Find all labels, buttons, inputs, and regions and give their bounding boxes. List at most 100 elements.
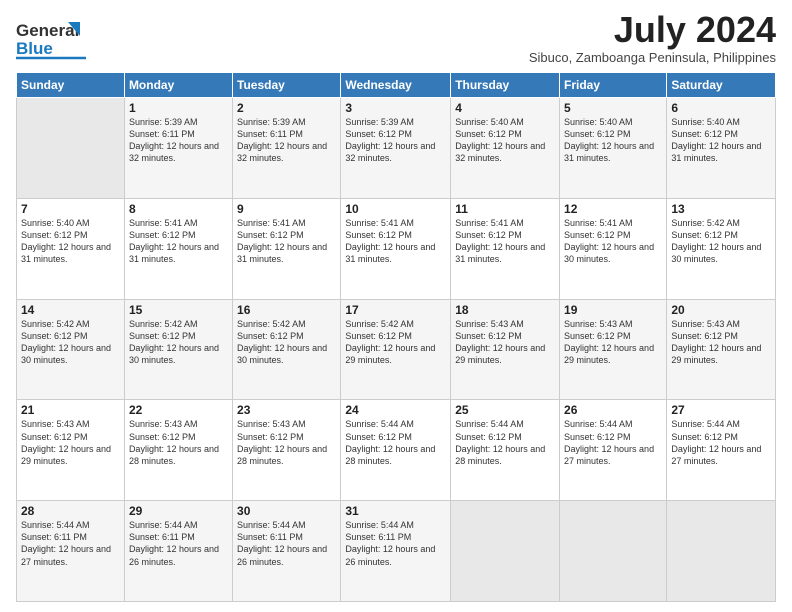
- header: General Blue July 2024 Sibuco, Zamboanga…: [16, 10, 776, 66]
- calendar-cell: 20Sunrise: 5:43 AMSunset: 6:12 PMDayligh…: [667, 299, 776, 400]
- day-info: Sunrise: 5:39 AMSunset: 6:11 PMDaylight:…: [129, 116, 228, 165]
- calendar-cell: 5Sunrise: 5:40 AMSunset: 6:12 PMDaylight…: [560, 98, 667, 199]
- day-info: Sunrise: 5:40 AMSunset: 6:12 PMDaylight:…: [671, 116, 771, 165]
- day-number: 3: [345, 101, 446, 115]
- day-info: Sunrise: 5:39 AMSunset: 6:12 PMDaylight:…: [345, 116, 446, 165]
- calendar-cell: 14Sunrise: 5:42 AMSunset: 6:12 PMDayligh…: [17, 299, 125, 400]
- day-info: Sunrise: 5:41 AMSunset: 6:12 PMDaylight:…: [455, 217, 555, 266]
- day-number: 17: [345, 303, 446, 317]
- day-of-week-header: Friday: [560, 73, 667, 98]
- day-of-week-header: Tuesday: [233, 73, 341, 98]
- calendar-cell: 26Sunrise: 5:44 AMSunset: 6:12 PMDayligh…: [560, 400, 667, 501]
- calendar-cell: 11Sunrise: 5:41 AMSunset: 6:12 PMDayligh…: [451, 198, 560, 299]
- day-of-week-header: Wednesday: [341, 73, 451, 98]
- day-of-week-header: Sunday: [17, 73, 125, 98]
- day-number: 4: [455, 101, 555, 115]
- calendar-cell: 1Sunrise: 5:39 AMSunset: 6:11 PMDaylight…: [124, 98, 232, 199]
- day-of-week-header: Monday: [124, 73, 232, 98]
- day-info: Sunrise: 5:43 AMSunset: 6:12 PMDaylight:…: [455, 318, 555, 367]
- calendar-week-row: 21 Sunrise: 5:43 AMSunset: 6:12 PMDayligh…: [17, 400, 776, 501]
- calendar-week-row: 7Sunrise: 5:40 AMSunset: 6:12 PMDaylight…: [17, 198, 776, 299]
- calendar-cell: 8Sunrise: 5:41 AMSunset: 6:12 PMDaylight…: [124, 198, 232, 299]
- day-number: 31: [345, 504, 446, 518]
- day-number: 6: [671, 101, 771, 115]
- day-number: 12: [564, 202, 662, 216]
- day-number: 28: [21, 504, 120, 518]
- calendar-cell: 30Sunrise: 5:44 AMSunset: 6:11 PMDayligh…: [233, 501, 341, 602]
- page: General Blue July 2024 Sibuco, Zamboanga…: [0, 0, 792, 612]
- calendar-cell: 6Sunrise: 5:40 AMSunset: 6:12 PMDaylight…: [667, 98, 776, 199]
- calendar-week-row: 1Sunrise: 5:39 AMSunset: 6:11 PMDaylight…: [17, 98, 776, 199]
- day-number: 11: [455, 202, 555, 216]
- calendar-cell: 27Sunrise: 5:44 AMSunset: 6:12 PMDayligh…: [667, 400, 776, 501]
- calendar-cell: 2Sunrise: 5:39 AMSunset: 6:11 PMDaylight…: [233, 98, 341, 199]
- day-number: 29: [129, 504, 228, 518]
- day-number: 14: [21, 303, 120, 317]
- day-number: 15: [129, 303, 228, 317]
- title-block: July 2024 Sibuco, Zamboanga Peninsula, P…: [529, 10, 776, 65]
- day-info: Sunrise: 5:44 AMSunset: 6:11 PMDaylight:…: [237, 519, 336, 568]
- day-info: Sunrise: 5:41 AMSunset: 6:12 PMDaylight:…: [345, 217, 446, 266]
- day-number: 25: [455, 403, 555, 417]
- day-info: Sunrise: 5:44 AMSunset: 6:12 PMDaylight:…: [671, 418, 771, 467]
- day-info: Sunrise: 5:44 AMSunset: 6:12 PMDaylight:…: [345, 418, 446, 467]
- calendar-table: SundayMondayTuesdayWednesdayThursdayFrid…: [16, 72, 776, 602]
- logo: General Blue: [16, 10, 106, 66]
- day-info: Sunrise: 5:44 AMSunset: 6:11 PMDaylight:…: [129, 519, 228, 568]
- calendar-cell: 16Sunrise: 5:42 AMSunset: 6:12 PMDayligh…: [233, 299, 341, 400]
- day-info: Sunrise: 5:44 AMSunset: 6:11 PMDaylight:…: [345, 519, 446, 568]
- day-number: 19: [564, 303, 662, 317]
- day-info: Sunrise: 5:42 AMSunset: 6:12 PMDaylight:…: [21, 318, 120, 367]
- day-number: 21: [21, 403, 120, 417]
- day-info: Sunrise: 5:43 AMSunset: 6:12 PMDaylight:…: [237, 418, 336, 467]
- calendar-header-row: SundayMondayTuesdayWednesdayThursdayFrid…: [17, 73, 776, 98]
- day-number: 30: [237, 504, 336, 518]
- calendar-cell: 7Sunrise: 5:40 AMSunset: 6:12 PMDaylight…: [17, 198, 125, 299]
- day-info: Sunrise: 5:40 AMSunset: 6:12 PMDaylight:…: [455, 116, 555, 165]
- calendar-cell: 15Sunrise: 5:42 AMSunset: 6:12 PMDayligh…: [124, 299, 232, 400]
- calendar-week-row: 28Sunrise: 5:44 AMSunset: 6:11 PMDayligh…: [17, 501, 776, 602]
- calendar-cell: 9Sunrise: 5:41 AMSunset: 6:12 PMDaylight…: [233, 198, 341, 299]
- day-info: Sunrise: 5:41 AMSunset: 6:12 PMDaylight:…: [129, 217, 228, 266]
- day-number: 27: [671, 403, 771, 417]
- calendar-cell: 21Sunrise: 5:43 AMSunset: 6:12 PMDayligh…: [17, 400, 125, 501]
- calendar-cell: 18Sunrise: 5:43 AMSunset: 6:12 PMDayligh…: [451, 299, 560, 400]
- day-number: 10: [345, 202, 446, 216]
- calendar-cell: 23Sunrise: 5:43 AMSunset: 6:12 PMDayligh…: [233, 400, 341, 501]
- day-number: 1: [129, 101, 228, 115]
- day-info: Sunrise: 5:39 AMSunset: 6:11 PMDaylight:…: [237, 116, 336, 165]
- day-of-week-header: Saturday: [667, 73, 776, 98]
- day-info: Sunrise: 5:42 AMSunset: 6:12 PMDaylight:…: [345, 318, 446, 367]
- calendar-week-row: 14Sunrise: 5:42 AMSunset: 6:12 PMDayligh…: [17, 299, 776, 400]
- calendar-cell: [17, 98, 125, 199]
- day-number: 20: [671, 303, 771, 317]
- day-info: Sunrise: 5:42 AMSunset: 6:12 PMDaylight:…: [237, 318, 336, 367]
- day-number: 22: [129, 403, 228, 417]
- day-number: 18: [455, 303, 555, 317]
- day-info: Sunrise: 5:41 AMSunset: 6:12 PMDaylight:…: [237, 217, 336, 266]
- day-info: Sunrise: 5:40 AMSunset: 6:12 PMDaylight:…: [21, 217, 120, 266]
- day-of-week-header: Thursday: [451, 73, 560, 98]
- calendar-cell: 17Sunrise: 5:42 AMSunset: 6:12 PMDayligh…: [341, 299, 451, 400]
- location-subtitle: Sibuco, Zamboanga Peninsula, Philippines: [529, 50, 776, 65]
- calendar-cell: 28Sunrise: 5:44 AMSunset: 6:11 PMDayligh…: [17, 501, 125, 602]
- calendar-cell: [451, 501, 560, 602]
- calendar-cell: 3Sunrise: 5:39 AMSunset: 6:12 PMDaylight…: [341, 98, 451, 199]
- day-number: 13: [671, 202, 771, 216]
- day-info: Sunrise: 5:44 AMSunset: 6:12 PMDaylight:…: [455, 418, 555, 467]
- calendar-cell: 13Sunrise: 5:42 AMSunset: 6:12 PMDayligh…: [667, 198, 776, 299]
- day-number: 2: [237, 101, 336, 115]
- day-info: Sunrise: 5:41 AMSunset: 6:12 PMDaylight:…: [564, 217, 662, 266]
- day-info: Sunrise: 5:43 AMSunset: 6:12 PMDaylight:…: [671, 318, 771, 367]
- calendar-cell: 24Sunrise: 5:44 AMSunset: 6:12 PMDayligh…: [341, 400, 451, 501]
- day-number: 16: [237, 303, 336, 317]
- day-number: 8: [129, 202, 228, 216]
- month-title: July 2024: [529, 10, 776, 50]
- day-info: Sunrise: 5:44 AMSunset: 6:11 PMDaylight:…: [21, 519, 120, 568]
- calendar-cell: 10Sunrise: 5:41 AMSunset: 6:12 PMDayligh…: [341, 198, 451, 299]
- calendar-cell: 12Sunrise: 5:41 AMSunset: 6:12 PMDayligh…: [560, 198, 667, 299]
- day-number: 9: [237, 202, 336, 216]
- calendar-cell: 29Sunrise: 5:44 AMSunset: 6:11 PMDayligh…: [124, 501, 232, 602]
- calendar-cell: [560, 501, 667, 602]
- day-info: Sunrise: 5:43 AMSunset: 6:12 PMDaylight:…: [129, 418, 228, 467]
